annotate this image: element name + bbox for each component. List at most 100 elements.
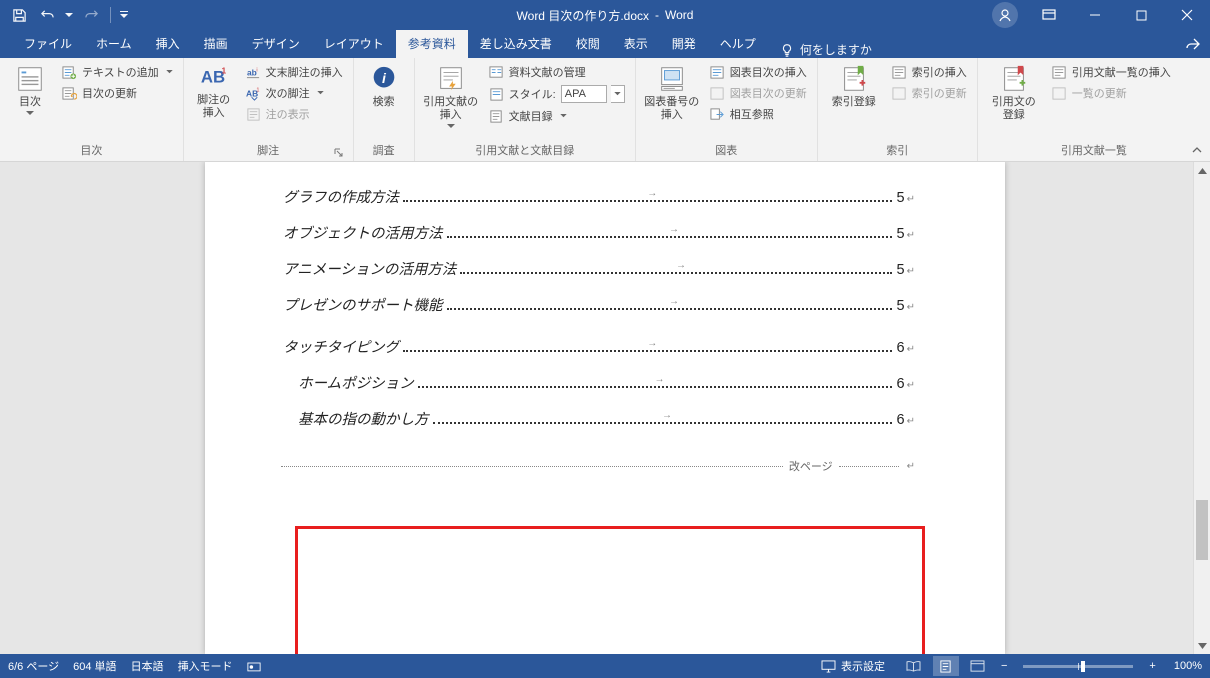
insert-toa-button[interactable]: 引用文献一覧の挿入 — [1048, 63, 1175, 81]
update-toc-button[interactable]: 目次の更新 — [58, 84, 177, 102]
close-button[interactable] — [1164, 0, 1210, 30]
group-index: 索引登録 索引の挿入 索引の更新 索引 — [818, 58, 978, 161]
cross-reference-button[interactable]: 相互参照 — [706, 105, 811, 123]
insert-footnote-button[interactable]: AB1 脚注の 挿入 — [190, 60, 238, 120]
window-title: Word 目次の作り方.docx - Word — [517, 7, 694, 24]
tab-references[interactable]: 参考資料 — [396, 29, 468, 58]
share-icon[interactable] — [1176, 30, 1210, 58]
group-label-toc: 目次 — [6, 140, 177, 161]
svg-text:i: i — [256, 67, 257, 73]
mark-citation-button[interactable]: 引用文の 登録 — [984, 60, 1044, 122]
citation-style-button[interactable]: スタイル: APA — [485, 84, 629, 104]
page-count[interactable]: 6/6 ページ — [8, 658, 59, 674]
caption-icon — [657, 64, 687, 94]
bibliography-button[interactable]: 文献目録 — [485, 107, 629, 125]
ribbon-display-icon[interactable] — [1026, 0, 1072, 30]
tab-home[interactable]: ホーム — [84, 29, 144, 58]
scroll-up-icon[interactable] — [1194, 162, 1210, 179]
tab-review[interactable]: 校閲 — [564, 29, 612, 58]
manage-sources-button[interactable]: 資料文献の管理 — [485, 63, 629, 81]
tab-help[interactable]: ヘルプ — [708, 29, 768, 58]
redo-icon[interactable] — [78, 2, 104, 28]
page[interactable]: グラフの作成方法 5↵オブジェクトの活用方法 5↵アニメーションの活用方法 5↵… — [205, 162, 1005, 654]
svg-text:ab: ab — [247, 67, 257, 77]
toc-page: 5 — [897, 190, 905, 206]
citation-icon — [436, 64, 466, 94]
toc-page: 5 — [897, 298, 905, 314]
toc-entry[interactable]: プレゼンのサポート機能 5↵ — [283, 278, 915, 314]
toc-entry[interactable]: 基本の指の動かし方 6↵ — [298, 392, 915, 428]
app-name: Word — [665, 8, 693, 22]
insert-caption-button[interactable]: 図表番号の 挿入 — [642, 60, 702, 122]
undo-dropdown-icon[interactable] — [62, 2, 76, 28]
language[interactable]: 日本語 — [131, 658, 164, 674]
insert-endnote-button[interactable]: abi文末脚注の挿入 — [242, 63, 347, 81]
tab-draw[interactable]: 描画 — [192, 29, 240, 58]
group-footnotes: AB1 脚注の 挿入 abi文末脚注の挿入 AB1次の脚注 注の表示 脚注 — [184, 58, 354, 161]
ribbon-tabs: ファイル ホーム 挿入 描画 デザイン レイアウト 参考資料 差し込み文書 校閲… — [0, 30, 1210, 58]
word-count[interactable]: 604 単語 — [73, 658, 116, 674]
toc-text: オブジェクトの活用方法 — [283, 222, 443, 243]
maximize-button[interactable] — [1118, 0, 1164, 30]
toc-entry[interactable]: タッチタイピング 6↵ — [283, 320, 915, 356]
tab-file[interactable]: ファイル — [12, 29, 84, 58]
search-button[interactable]: i 検索 — [360, 60, 408, 109]
mark-index-entry-button[interactable]: 索引登録 — [824, 60, 884, 109]
group-label-authorities: 引用文献一覧 — [984, 140, 1204, 161]
minimize-button[interactable] — [1072, 0, 1118, 30]
dialog-launcher-icon[interactable] — [333, 147, 345, 159]
scroll-down-icon[interactable] — [1194, 637, 1210, 654]
toc-text: プレゼンのサポート機能 — [283, 294, 443, 315]
view-web-icon[interactable] — [965, 656, 991, 676]
toc-entry[interactable]: ホームポジション 6↵ — [298, 356, 915, 392]
group-authorities: 引用文の 登録 引用文献一覧の挿入 一覧の更新 引用文献一覧 — [978, 58, 1210, 161]
view-read-icon[interactable] — [901, 656, 927, 676]
insert-mode[interactable]: 挿入モード — [178, 658, 233, 674]
toc-entry[interactable]: グラフの作成方法 5↵ — [283, 170, 915, 206]
toc-page: 5 — [897, 262, 905, 278]
group-captions: 図表番号の 挿入 図表目次の挿入 図表目次の更新 相互参照 図表 — [636, 58, 818, 161]
scroll-thumb[interactable] — [1196, 500, 1208, 560]
macro-record-icon[interactable] — [247, 660, 261, 673]
next-footnote-button[interactable]: AB1次の脚注 — [242, 84, 347, 102]
document-area: グラフの作成方法 5↵オブジェクトの活用方法 5↵アニメーションの活用方法 5↵… — [0, 162, 1210, 654]
tab-developer[interactable]: 開発 — [660, 29, 708, 58]
tab-design[interactable]: デザイン — [240, 29, 312, 58]
ribbon: 目次 テキストの追加 目次の更新 目次 AB1 脚注の 挿入 abi文末脚注の挿… — [0, 58, 1210, 162]
account-icon[interactable] — [992, 2, 1018, 28]
chevron-down-icon — [26, 111, 34, 116]
insert-tof-button[interactable]: 図表目次の挿入 — [706, 63, 811, 81]
toc-entry[interactable]: アニメーションの活用方法 5↵ — [283, 242, 915, 278]
group-label-research: 調査 — [360, 140, 408, 161]
toc-entry[interactable]: オブジェクトの活用方法 5↵ — [283, 206, 915, 242]
insert-citation-button[interactable]: 引用文献の 挿入 — [421, 60, 481, 129]
add-text-button[interactable]: テキストの追加 — [58, 63, 177, 81]
zoom-value[interactable]: 100% — [1174, 660, 1202, 672]
group-label-citations: 引用文献と文献目録 — [421, 140, 629, 161]
vertical-scrollbar[interactable] — [1193, 162, 1210, 654]
tab-mailings[interactable]: 差し込み文書 — [468, 29, 564, 58]
toc-button[interactable]: 目次 — [6, 60, 54, 116]
search-info-icon: i — [369, 64, 399, 94]
display-settings-button[interactable]: 表示設定 — [821, 658, 885, 674]
footnote-icon: AB1 — [199, 64, 229, 92]
insert-index-button[interactable]: 索引の挿入 — [888, 63, 971, 81]
view-print-icon[interactable] — [933, 656, 959, 676]
undo-icon[interactable] — [34, 2, 60, 28]
tab-layout[interactable]: レイアウト — [312, 29, 396, 58]
tab-insert[interactable]: 挿入 — [144, 29, 192, 58]
save-icon[interactable] — [6, 2, 32, 28]
group-label-footnotes: 脚注 — [190, 140, 347, 161]
style-dropdown[interactable] — [611, 85, 625, 103]
group-label-captions: 図表 — [642, 140, 811, 161]
svg-text:1: 1 — [256, 87, 259, 93]
tab-view[interactable]: 表示 — [612, 29, 660, 58]
zoom-slider[interactable] — [1023, 665, 1133, 668]
manage-sources-icon — [489, 65, 504, 80]
zoom-in-button[interactable]: + — [1145, 660, 1159, 672]
zoom-out-button[interactable]: − — [997, 660, 1011, 672]
qat-customize-icon[interactable] — [117, 2, 131, 28]
collapse-ribbon-icon[interactable] — [1190, 143, 1204, 157]
tell-me[interactable]: 何をしますか — [768, 41, 884, 58]
toc-page: 5 — [897, 226, 905, 242]
